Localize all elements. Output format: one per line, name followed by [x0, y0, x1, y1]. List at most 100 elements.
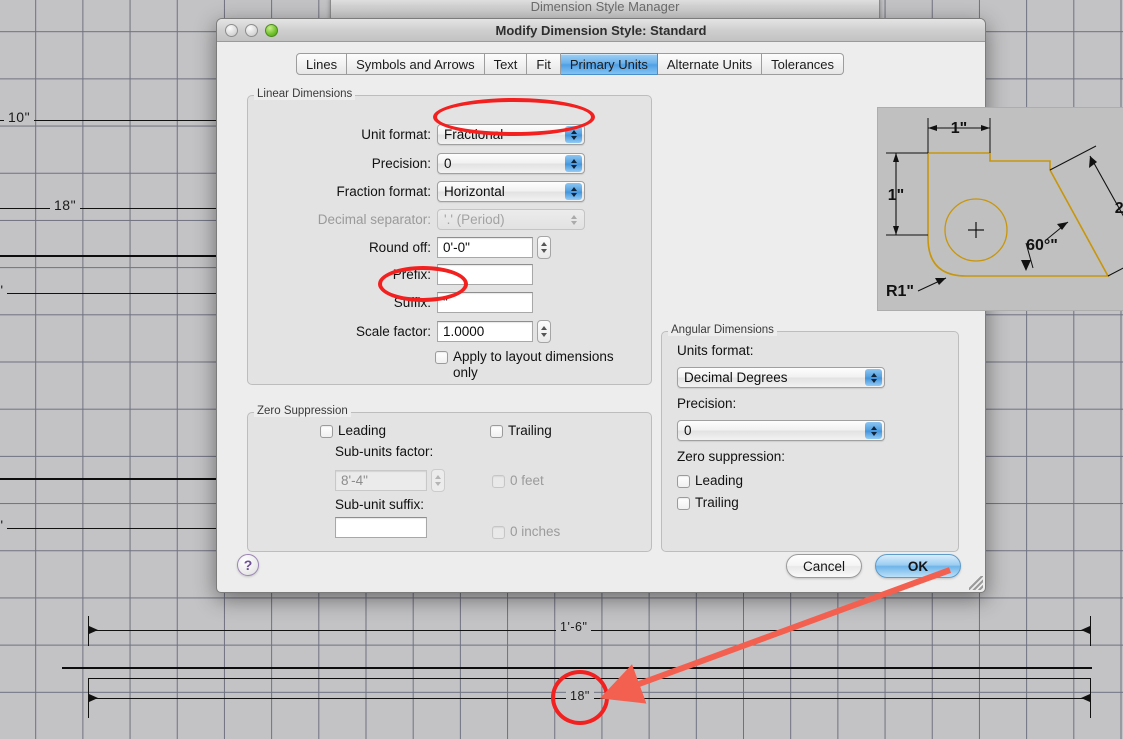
resize-grip-icon[interactable]	[969, 576, 983, 590]
zero-inches-checkbox	[492, 526, 505, 539]
zero-inches-label: 0 inches	[510, 524, 561, 539]
cad-label-bottom-overall: 1'-6"	[556, 620, 592, 634]
cad-part-edge-top	[62, 667, 1092, 669]
ok-button[interactable]: OK	[875, 554, 961, 578]
cad-label-bottom-inches: 18"	[566, 689, 594, 703]
tab-fit[interactable]: Fit	[527, 53, 561, 75]
fraction-format-label: Fraction format:	[336, 184, 431, 199]
zs-leading-checkbox-row[interactable]: Leading	[320, 423, 386, 439]
tab-alternate-units[interactable]: Alternate Units	[657, 53, 763, 75]
sub-units-factor-value: 8'-4"	[341, 473, 368, 488]
angular-precision-select[interactable]: 0	[677, 420, 885, 441]
cad-dimension-line-left-18	[0, 208, 216, 209]
zoom-button-icon[interactable]	[265, 24, 278, 37]
arrowhead-angle-lower	[1021, 260, 1031, 271]
arrowhead-angle-upper	[1057, 222, 1068, 230]
apply-layout-only-label: Apply to layout dimensions only	[453, 349, 614, 380]
angular-leading-label: Leading	[695, 473, 744, 488]
angular-leading-checkbox[interactable]	[677, 475, 690, 488]
help-button[interactable]: ?	[237, 554, 259, 576]
angular-dimensions-group: Angular Dimensions	[661, 324, 959, 552]
suffix-input[interactable]: "	[437, 292, 533, 313]
cad-arrowhead-left-top	[89, 626, 98, 634]
cad-part-edge-inner	[88, 678, 1090, 679]
cad-edge-line-lower	[0, 478, 216, 480]
round-off-stepper[interactable]	[537, 236, 551, 259]
preview-dim-angle: 60°"	[1026, 237, 1058, 254]
angular-zero-suppression-label: Zero suppression:	[677, 449, 786, 464]
zs-trailing-checkbox[interactable]	[490, 425, 503, 438]
zero-suppression-group: Zero Suppression	[247, 405, 652, 552]
stepper-arrows-icon[interactable]	[865, 422, 882, 439]
tab-tolerances[interactable]: Tolerances	[762, 53, 845, 75]
decimal-separator-select: '.' (Period)	[437, 209, 585, 230]
cad-label-left-partial-a: "	[0, 282, 8, 298]
cad-arrowhead-right-bottom	[1081, 694, 1090, 702]
round-off-label: Round off:	[368, 240, 431, 255]
decimal-separator-label: Decimal separator:	[317, 212, 431, 227]
tab-symbols-and-arrows[interactable]: Symbols and Arrows	[347, 53, 485, 75]
window-controls[interactable]	[225, 24, 278, 37]
tab-primary-units[interactable]: Primary Units	[560, 53, 658, 75]
cancel-button[interactable]: Cancel	[786, 554, 862, 578]
cad-label-left-10: 10"	[4, 109, 35, 125]
scale-factor-value: 1.0000	[443, 324, 485, 339]
stepper-arrows-icon[interactable]	[865, 369, 882, 386]
prefix-input[interactable]	[437, 264, 533, 285]
ext-line-diag-top	[1049, 145, 1097, 171]
precision-select[interactable]: 0	[437, 153, 585, 174]
angular-dimensions-group-title: Angular Dimensions	[668, 324, 777, 336]
angular-trailing-checkbox[interactable]	[677, 497, 690, 510]
round-off-input[interactable]: 0'-0"	[437, 237, 533, 258]
scale-factor-label: Scale factor:	[355, 324, 431, 339]
apply-layout-only-checkbox-row[interactable]: Apply to layout dimensions only	[435, 349, 635, 381]
angular-trailing-checkbox-row[interactable]: Trailing	[677, 495, 739, 511]
tab-lines[interactable]: Lines	[296, 53, 348, 75]
stepper-arrows-icon[interactable]	[565, 126, 582, 143]
zero-feet-checkbox	[492, 475, 505, 488]
round-off-value: 0'-0"	[443, 240, 470, 255]
unit-format-select[interactable]: Fractional	[437, 124, 585, 145]
cad-label-left-18: 18"	[50, 197, 81, 213]
cad-dimension-line-left-partial-b	[0, 528, 216, 529]
arrowhead-top-left	[928, 125, 937, 131]
preview-dim-left: 1"	[888, 187, 904, 204]
unit-format-value: Fractional	[444, 127, 504, 142]
scale-factor-input[interactable]: 1.0000	[437, 321, 533, 342]
angular-leading-checkbox-row[interactable]: Leading	[677, 473, 743, 489]
prefix-label: Prefix:	[392, 267, 431, 282]
stepper-arrows-icon[interactable]	[565, 183, 582, 200]
sub-unit-suffix-input[interactable]	[335, 517, 427, 538]
cad-arrowhead-left-bottom	[89, 694, 98, 702]
modify-dimension-style-dialog[interactable]: Modify Dimension Style: Standard Linear …	[216, 18, 1123, 593]
scale-factor-stepper[interactable]	[537, 320, 551, 343]
settings-tab-bar[interactable]: Lines Symbols and Arrows Text Fit Primar…	[296, 53, 845, 75]
zero-feet-label: 0 feet	[510, 473, 544, 488]
zs-trailing-label: Trailing	[508, 423, 552, 438]
angular-precision-value: 0	[684, 423, 692, 438]
dialog-titlebar[interactable]: Modify Dimension Style: Standard	[217, 19, 985, 42]
close-button-icon[interactable]	[225, 24, 238, 37]
preview-drawing: 1" 1" 2" 60°" R1"	[886, 118, 1123, 300]
stepper-arrows-icon[interactable]	[565, 155, 582, 172]
tab-text[interactable]: Text	[484, 53, 528, 75]
dialog-title: Modify Dimension Style: Standard	[495, 23, 707, 38]
zero-inches-checkbox-row: 0 inches	[492, 524, 560, 540]
angular-units-format-select[interactable]: Decimal Degrees	[677, 367, 885, 388]
angular-trailing-label: Trailing	[695, 495, 739, 510]
zs-trailing-checkbox-row[interactable]: Trailing	[490, 423, 552, 439]
zs-leading-label: Leading	[338, 423, 387, 438]
ext-line-diag-bottom	[1107, 267, 1123, 277]
fraction-format-select[interactable]: Horizontal	[437, 181, 585, 202]
unit-format-label: Unit format:	[361, 127, 431, 142]
minimize-button-icon[interactable]	[245, 24, 258, 37]
zs-leading-checkbox[interactable]	[320, 425, 333, 438]
cad-arrowhead-right-top	[1081, 626, 1090, 634]
apply-layout-only-checkbox[interactable]	[435, 351, 448, 364]
decimal-separator-value: '.' (Period)	[444, 212, 505, 227]
part-outline	[927, 152, 1110, 277]
cad-edge-line-upper	[0, 255, 216, 257]
dimension-style-manager-window[interactable]: Dimension Style Manager	[330, 0, 880, 20]
zero-suppression-group-title: Zero Suppression	[254, 405, 351, 417]
arrowhead-radius	[935, 278, 946, 285]
